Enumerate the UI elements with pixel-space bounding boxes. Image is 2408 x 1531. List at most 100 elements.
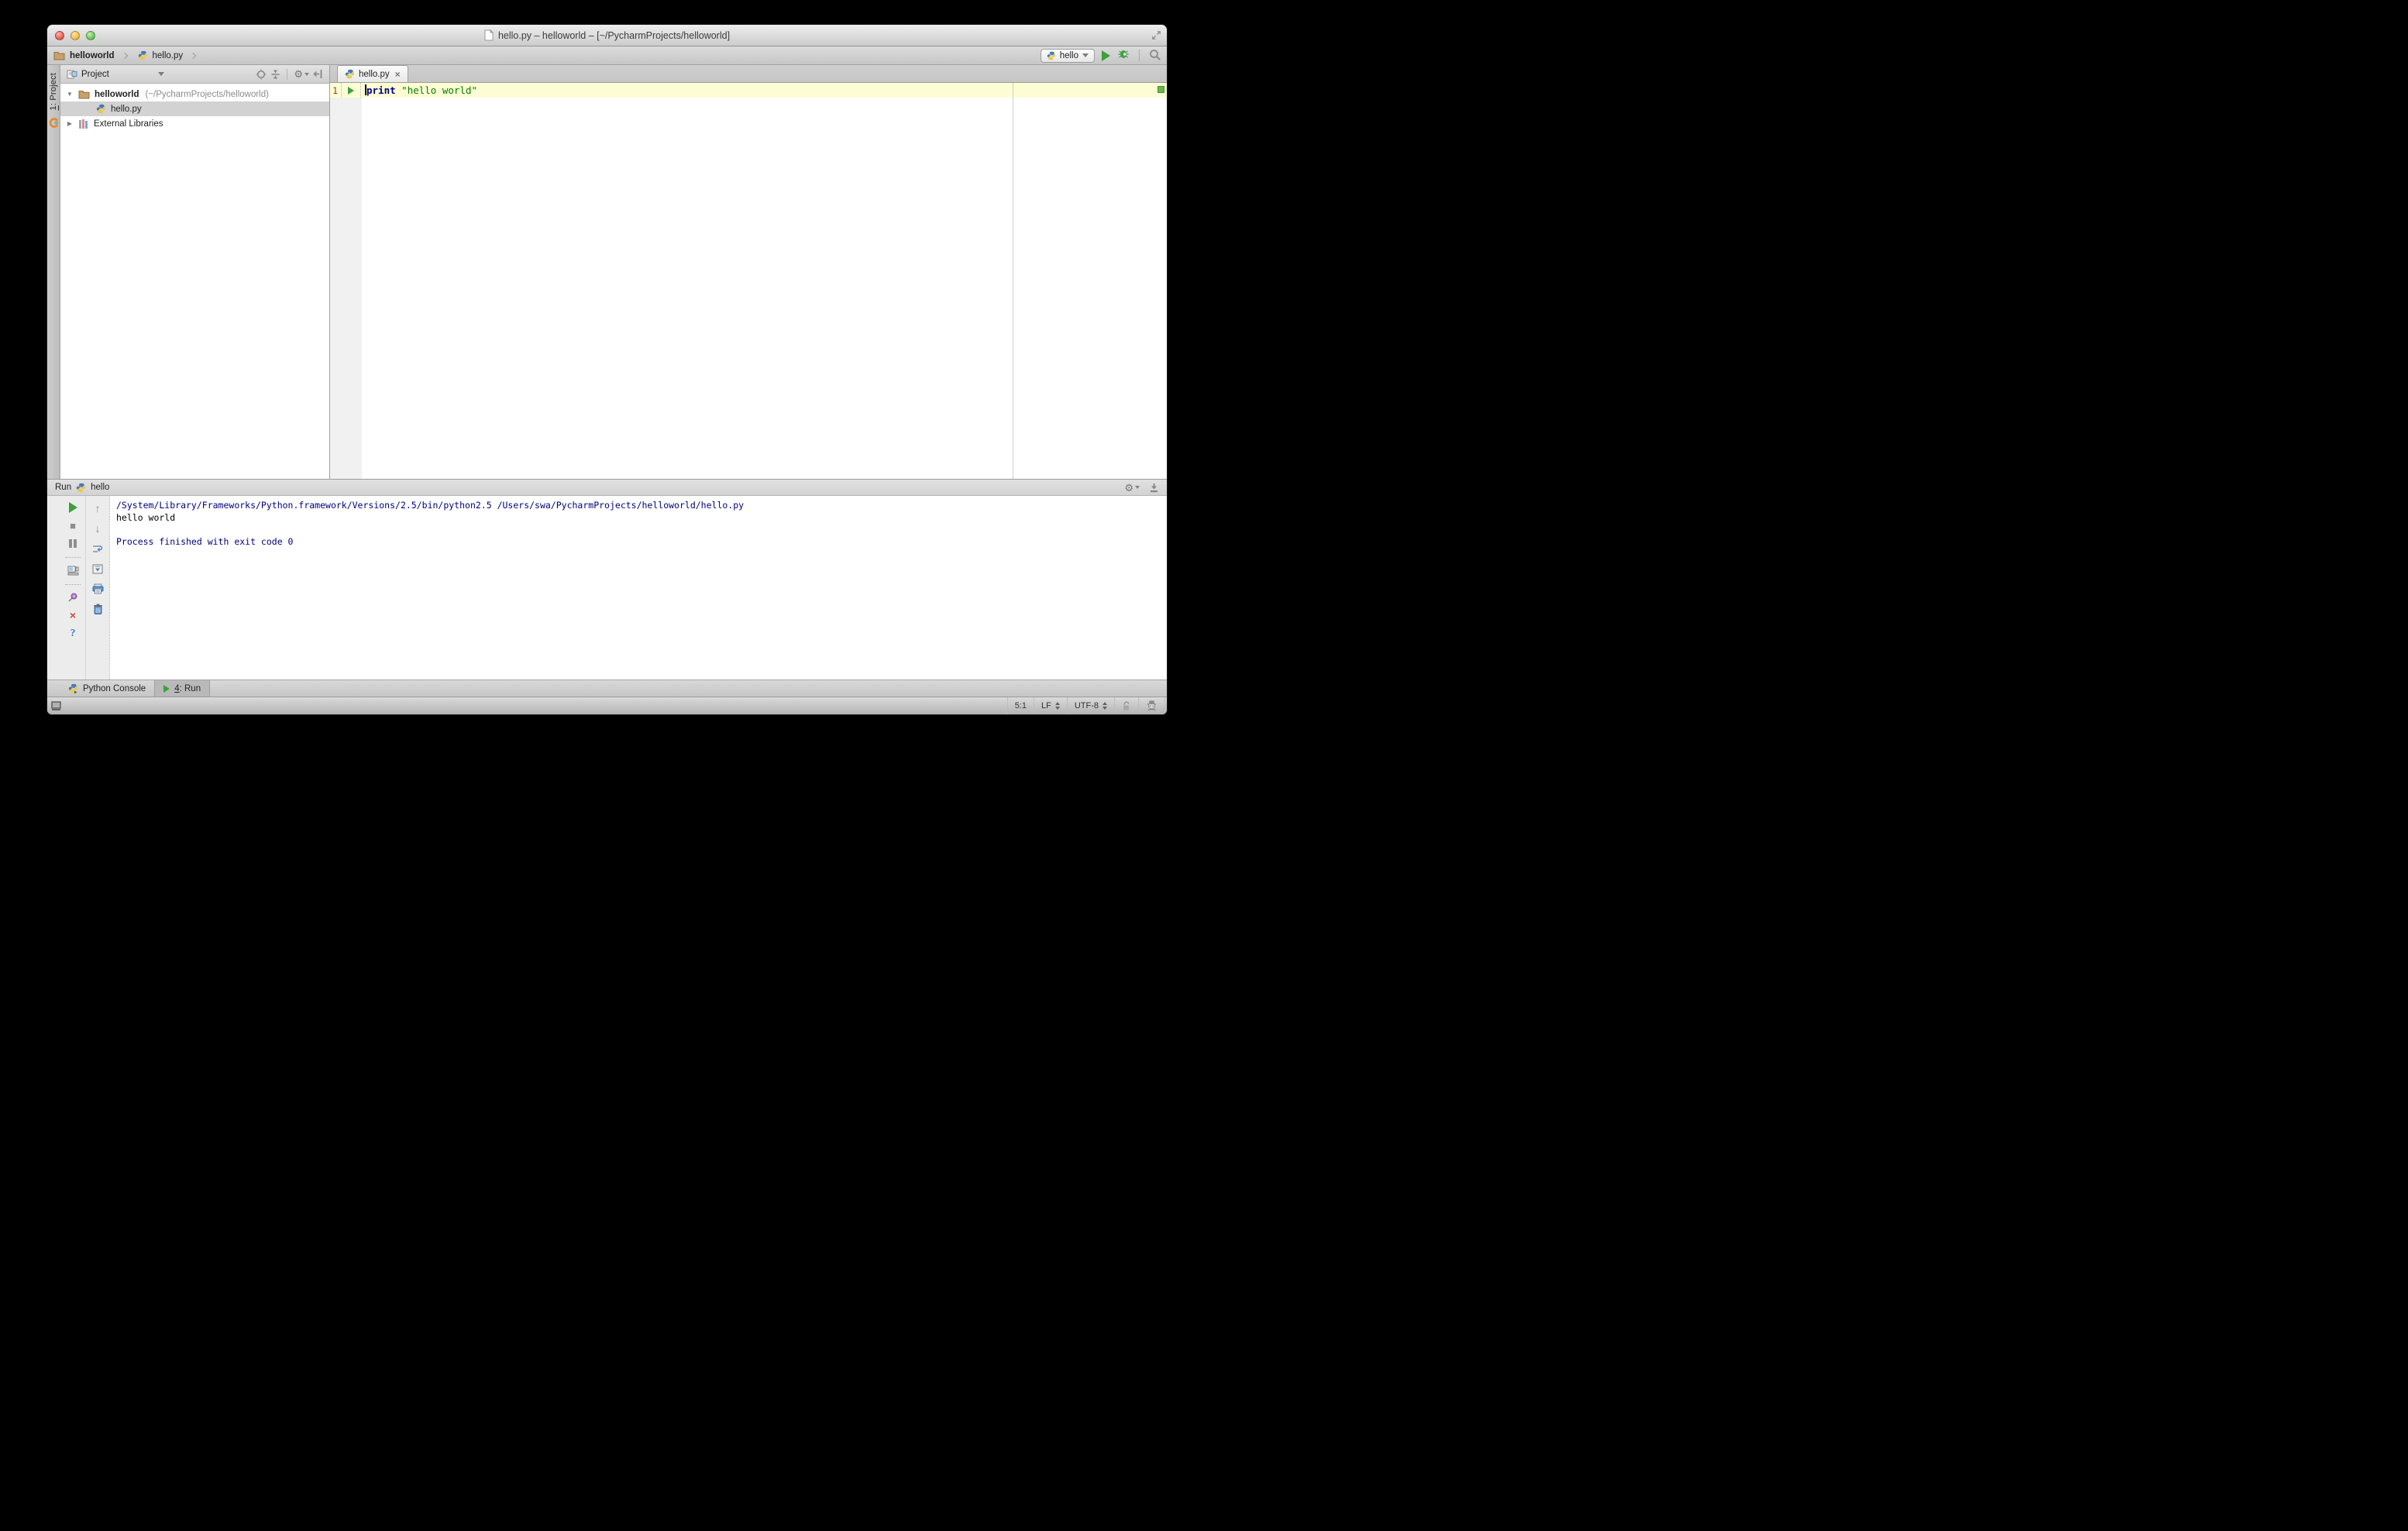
traffic-lights bbox=[55, 30, 95, 40]
navbar-right-toolbar: hello bbox=[1040, 48, 1161, 63]
project-panel-title[interactable]: Project bbox=[81, 70, 109, 79]
scroll-to-end-button[interactable] bbox=[92, 563, 103, 575]
run-toolbar-primary: ■ × ? bbox=[60, 496, 85, 679]
breadcrumb-item-project[interactable]: helloworld bbox=[70, 51, 115, 60]
run-panel-header: Run hello ⚙ bbox=[47, 480, 1167, 496]
python-file-icon bbox=[138, 50, 147, 60]
debug-button[interactable] bbox=[1117, 49, 1130, 62]
editor-tab-hello-py[interactable]: hello.py × bbox=[337, 65, 408, 82]
inspection-status-indicator[interactable] bbox=[1158, 86, 1164, 93]
tree-row-external-libraries[interactable]: ▶ External Libraries bbox=[60, 116, 329, 131]
pycharm-logo-icon[interactable] bbox=[49, 118, 59, 130]
clear-console-button[interactable] bbox=[93, 603, 103, 615]
restore-layout-button[interactable] bbox=[67, 564, 79, 576]
toolbar-separator bbox=[65, 584, 81, 585]
toggle-toolwindow-buttons-icon[interactable] bbox=[51, 697, 61, 714]
run-toolbar-secondary: ↑ ↓ bbox=[85, 496, 109, 679]
tree-expanded-icon[interactable]: ▼ bbox=[66, 91, 74, 98]
run-panel-config-name: hello bbox=[91, 483, 110, 492]
pin-tab-button[interactable] bbox=[67, 591, 78, 604]
close-panel-button[interactable]: × bbox=[70, 609, 76, 621]
tree-row-hello-py[interactable]: hello.py bbox=[60, 101, 329, 116]
pycharm-window: hello.py – helloworld – [~/PycharmProjec… bbox=[47, 25, 1167, 714]
run-panel-left-gap bbox=[47, 496, 60, 679]
python-file-icon bbox=[345, 69, 355, 79]
breadcrumb: helloworld hello.py bbox=[53, 50, 201, 60]
toolbar-separator bbox=[1139, 50, 1140, 61]
line-number: 1 bbox=[330, 83, 342, 98]
caret-position-widget[interactable]: 5:1 bbox=[1006, 697, 1034, 714]
scroll-to-source-icon[interactable] bbox=[256, 69, 267, 80]
fullscreen-icon[interactable] bbox=[1151, 30, 1161, 43]
run-panel-title: Run bbox=[55, 483, 72, 492]
hide-panel-icon[interactable] bbox=[313, 69, 323, 79]
run-configuration-selector[interactable]: hello bbox=[1040, 48, 1095, 63]
folder-icon bbox=[53, 52, 65, 60]
navigation-bar: helloworld hello.py hello bbox=[47, 46, 1167, 65]
updown-icon bbox=[1103, 702, 1107, 710]
tree-row-project-root[interactable]: ▼ helloworld (~/PycharmProjects/hellowor… bbox=[60, 87, 329, 101]
project-view-icon bbox=[67, 70, 77, 78]
tree-node-name: hello.py bbox=[111, 104, 142, 114]
down-stack-trace-button[interactable]: ↓ bbox=[95, 522, 101, 535]
readonly-lock-icon[interactable] bbox=[1114, 697, 1138, 714]
tree-node-name: External Libraries bbox=[94, 119, 163, 129]
window-title-wrap: hello.py – helloworld – [~/PycharmProjec… bbox=[47, 29, 1167, 41]
search-button[interactable] bbox=[1149, 49, 1161, 63]
line-separator-widget[interactable]: LF bbox=[1033, 697, 1067, 714]
settings-gear-icon[interactable]: ⚙ bbox=[1124, 483, 1140, 493]
minimize-window-button[interactable] bbox=[71, 30, 80, 40]
project-tree: ▼ helloworld (~/PycharmProjects/hellowor… bbox=[60, 84, 329, 131]
python-console-tab[interactable]: Python Console bbox=[60, 680, 154, 697]
collapse-all-icon[interactable] bbox=[270, 69, 280, 80]
title-bar[interactable]: hello.py – helloworld – [~/PycharmProjec… bbox=[47, 25, 1167, 46]
settings-gear-icon[interactable]: ⚙ bbox=[294, 69, 309, 79]
chevron-down-icon[interactable] bbox=[157, 72, 164, 76]
help-button[interactable]: ? bbox=[71, 627, 76, 639]
chevron-down-icon bbox=[1082, 53, 1089, 57]
encoding-widget[interactable]: UTF-8 bbox=[1066, 697, 1114, 714]
breadcrumb-item-file[interactable]: hello.py bbox=[153, 51, 184, 60]
editor-body[interactable]: 1 print "hello world" bbox=[330, 83, 1167, 479]
window-title: hello.py – helloworld – [~/PycharmProjec… bbox=[497, 29, 731, 41]
tool-window-bar: Python Console 4: Run bbox=[47, 679, 1167, 697]
run-button[interactable] bbox=[1102, 50, 1110, 61]
project-panel-header: Project ⚙ bbox=[60, 65, 329, 84]
run-tool-window: Run hello ⚙ ■ × ? ↑ ↓ /System/Library/Fr… bbox=[47, 479, 1167, 679]
highlighting-level-hector-icon[interactable] bbox=[1138, 697, 1165, 714]
console-line-command: /System/Library/Frameworks/Python.framew… bbox=[116, 500, 745, 511]
close-tab-icon[interactable]: × bbox=[395, 70, 401, 79]
stop-button[interactable]: ■ bbox=[70, 519, 76, 532]
chevron-right-icon bbox=[121, 52, 128, 59]
editor-tab-bar: hello.py × bbox=[330, 65, 1167, 83]
run-tab[interactable]: 4: Run bbox=[154, 680, 211, 697]
project-panel: Project ⚙ ▼ helloworld (~/PycharmProject… bbox=[60, 65, 330, 479]
print-button[interactable] bbox=[92, 583, 104, 595]
run-arrow-icon bbox=[348, 86, 354, 95]
project-tool-window-button[interactable]: 1: Project bbox=[49, 73, 58, 110]
python-icon bbox=[1047, 51, 1055, 60]
tree-collapsed-icon[interactable]: ▶ bbox=[66, 120, 74, 127]
toolbar-separator bbox=[65, 557, 81, 558]
console-line-exit: Process finished with exit code 0 bbox=[116, 535, 294, 547]
close-window-button[interactable] bbox=[55, 30, 64, 40]
up-stack-trace-button[interactable]: ↑ bbox=[95, 502, 101, 514]
run-line-marker[interactable] bbox=[342, 83, 361, 98]
main-area: 1: Project Project ⚙ ▼ helloworld (~/Pyc… bbox=[47, 65, 1167, 479]
dock-panel-icon[interactable] bbox=[1149, 483, 1159, 493]
run-arrow-icon bbox=[163, 684, 170, 693]
folder-icon bbox=[78, 91, 90, 99]
code-text: print "hello world" bbox=[365, 84, 478, 96]
tree-node-name: helloworld bbox=[95, 89, 139, 99]
python-icon bbox=[76, 483, 86, 492]
zoom-window-button[interactable] bbox=[86, 30, 95, 40]
soft-wrap-button[interactable] bbox=[92, 542, 104, 555]
pause-output-button[interactable] bbox=[69, 537, 77, 549]
code-line-1: 1 print "hello world" bbox=[330, 83, 1167, 98]
chevron-right-icon bbox=[189, 52, 197, 59]
status-bar: 5:1 LF UTF-8 bbox=[47, 697, 1167, 714]
rerun-button[interactable] bbox=[68, 501, 77, 514]
python-console-tab-label: Python Console bbox=[83, 683, 146, 693]
run-console-output[interactable]: /System/Library/Frameworks/Python.framew… bbox=[109, 496, 1167, 679]
